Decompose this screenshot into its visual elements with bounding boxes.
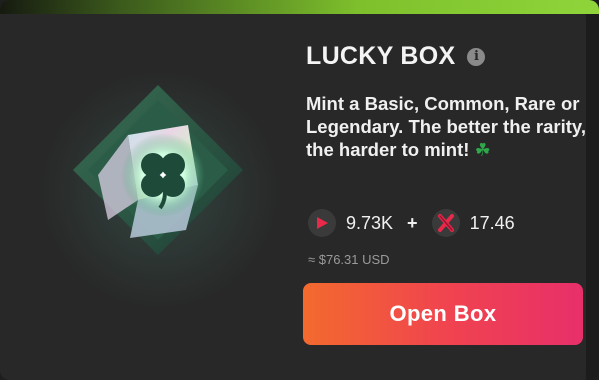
right-edge — [586, 14, 599, 380]
top-accent-bar — [0, 0, 599, 14]
card-title: LUCKY BOX — [306, 42, 456, 70]
token-amount-2: 17.46 — [469, 212, 515, 233]
usd-equivalent: ≈ $76.31 USD — [308, 252, 390, 267]
info-icon[interactable]: i — [467, 47, 486, 66]
price-row: 9.73K + 17.46 — [308, 209, 515, 237]
open-box-button[interactable]: Open Box — [303, 283, 583, 345]
red-x-token-icon — [431, 209, 460, 237]
lucky-box-image — [73, 85, 243, 255]
description: Mint a Basic, Common, Rare or Legendary.… — [306, 92, 586, 162]
shamrock-icon: ☘ — [474, 140, 491, 160]
lucky-box-card: LUCKY BOX i Mint a Basic, Common, Rare o… — [0, 0, 599, 380]
description-text: Mint a Basic, Common, Rare or Legendary.… — [306, 93, 586, 160]
token-amount-1: 9.73K — [346, 212, 394, 233]
plus-sign: + — [407, 212, 418, 233]
title-row: LUCKY BOX i — [306, 42, 486, 71]
red-play-token-icon — [308, 209, 336, 237]
